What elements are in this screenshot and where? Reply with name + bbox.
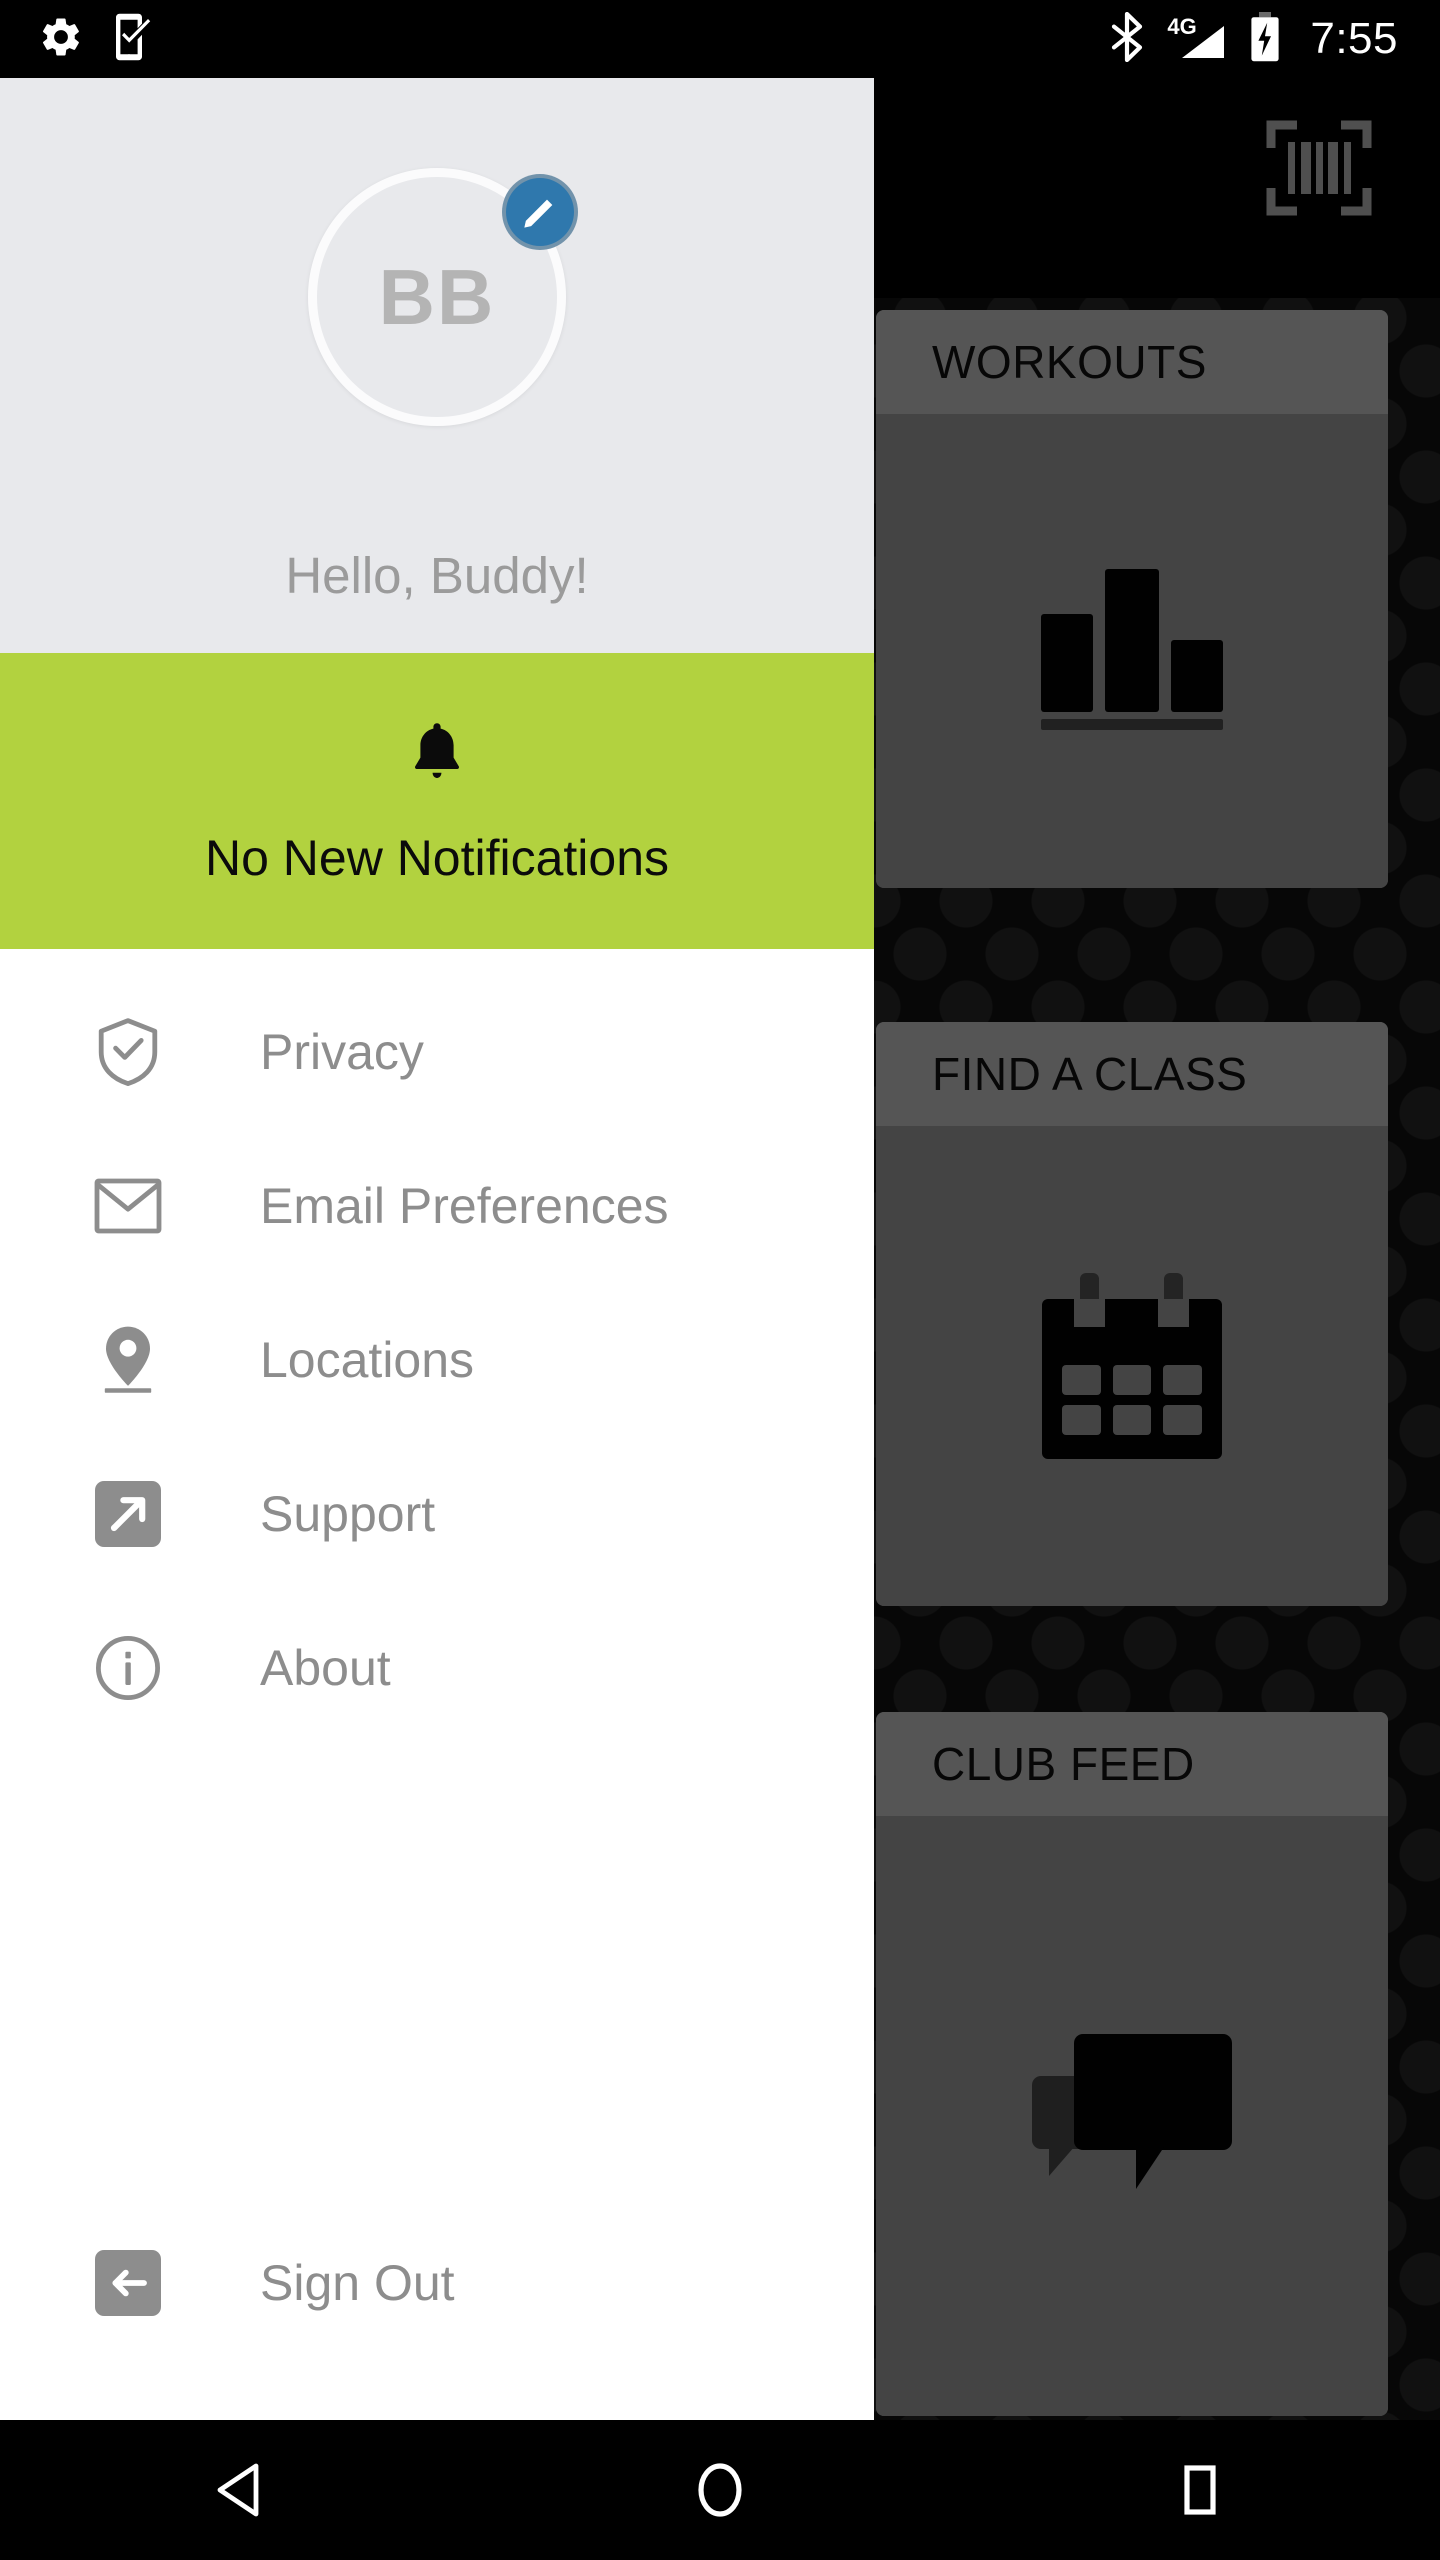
notification-text: No New Notifications	[204, 829, 670, 886]
phone-check-icon	[110, 13, 154, 66]
greeting-text: Hello, Buddy!	[285, 547, 589, 604]
sign-out-arrow-icon	[92, 2247, 164, 2319]
status-bar-clock: 7:55	[1310, 14, 1398, 63]
status-bar: 4G 7:55	[0, 0, 1440, 78]
status-bar-left-icons	[0, 13, 154, 66]
info-circle-icon	[92, 1632, 164, 1704]
back-triangle-icon[interactable]	[0, 2420, 480, 2560]
status-bar-right-icons: 4G 7:55	[1110, 11, 1440, 67]
envelope-icon	[92, 1170, 164, 1242]
pencil-edit-icon[interactable]	[502, 174, 578, 250]
notification-banner[interactable]: No New Notifications	[0, 653, 874, 949]
menu-item-email-preferences-label: Email Preferences	[260, 1178, 669, 1234]
menu-item-privacy-label: Privacy	[260, 1024, 424, 1080]
menu-item-about[interactable]: About	[0, 1591, 874, 1745]
bell-icon	[408, 722, 466, 789]
recents-square-icon[interactable]	[960, 2420, 1440, 2560]
avatar[interactable]: BB	[308, 168, 578, 426]
settings-gear-icon	[38, 14, 84, 65]
phone-screen: WORKOUTS FIND A CLASS CLUB FEED 4G 7:55 …	[0, 0, 1440, 2560]
menu-item-privacy[interactable]: Privacy	[0, 975, 874, 1129]
drawer-profile-header: BB Hello, Buddy!	[0, 78, 874, 653]
menu-item-locations[interactable]: Locations	[0, 1283, 874, 1437]
home-circle-icon[interactable]	[480, 2420, 960, 2560]
android-navigation-bar	[0, 2420, 1440, 2560]
menu-item-support-label: Support	[260, 1486, 436, 1542]
map-pin-icon	[92, 1324, 164, 1396]
shield-check-icon	[92, 1016, 164, 1088]
navigation-drawer: BB Hello, Buddy! No New Notifications Pr…	[0, 78, 874, 2420]
drawer-menu-list: Privacy Email Preferences Locations Supp…	[0, 949, 874, 1745]
menu-item-support[interactable]: Support	[0, 1437, 874, 1591]
bluetooth-icon	[1110, 11, 1144, 67]
battery-charging-icon	[1250, 11, 1280, 67]
external-link-icon	[92, 1478, 164, 1550]
menu-item-locations-label: Locations	[260, 1332, 475, 1388]
menu-item-about-label: About	[260, 1640, 391, 1696]
menu-item-sign-out-label: Sign Out	[260, 2255, 455, 2311]
menu-item-email-preferences[interactable]: Email Preferences	[0, 1129, 874, 1283]
cellular-signal-icon: 4G	[1166, 14, 1228, 64]
menu-item-sign-out[interactable]: Sign Out	[0, 2206, 874, 2360]
